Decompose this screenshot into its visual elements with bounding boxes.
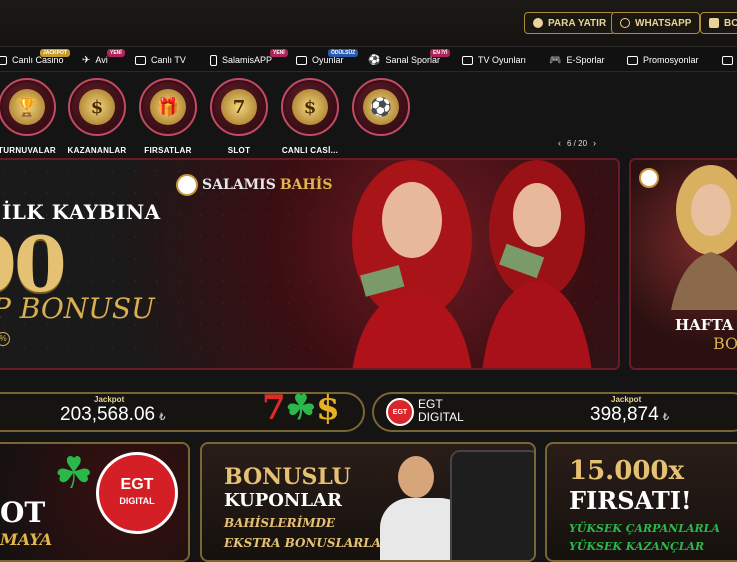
- card-subtitle-2: YÜKSEK KAZANÇLAR: [569, 540, 705, 553]
- promo-model-image: [671, 165, 737, 310]
- seven-icon: 7: [221, 89, 257, 125]
- nav-more[interactable]: [722, 47, 733, 73]
- chevron-left-icon[interactable]: ‹: [558, 138, 561, 148]
- nav-item-salamis-app[interactable]: SalamisAPP: [210, 47, 272, 73]
- chevron-right-icon[interactable]: ›: [593, 138, 596, 148]
- whatsapp-label: WHATSAPP: [635, 17, 692, 29]
- deposit-button[interactable]: PARA YATIR: [524, 12, 616, 34]
- logo-icon: [639, 168, 659, 188]
- best-badge: EN İYİ: [430, 49, 451, 57]
- logo-icon: [176, 174, 198, 196]
- coin-icon: [533, 18, 543, 28]
- trophy-icon: 🏆: [9, 89, 45, 125]
- category-label: CANLI CASİ...: [281, 146, 339, 155]
- card-subtitle: YÜKSEK ÇARPANLARLA: [569, 522, 720, 535]
- category-label: KAZANANLAR: [67, 146, 127, 155]
- nav-label: Avi: [95, 55, 108, 65]
- category-row: 🏆 TURNUVALAR $ KAZANANLAR 🎁 FIRSATLAR 7 …: [0, 72, 737, 162]
- secondary-banner-sub: BO: [713, 334, 737, 353]
- jackpot-value-left: 203,568.06 ₺: [60, 404, 166, 425]
- card-title: BONUSLU: [224, 464, 351, 490]
- nav-label: E-Sporlar: [566, 55, 605, 65]
- category-winners[interactable]: $ KAZANANLAR: [67, 78, 127, 155]
- top-bar: PARA YATIR WHATSAPP BON: [0, 0, 737, 46]
- whatsapp-icon: [620, 18, 630, 28]
- clover-icon: ☘: [54, 449, 94, 498]
- chip-icon: $: [292, 89, 328, 125]
- jackpot-badge: JACKPOT: [40, 49, 70, 57]
- slot-777-logo: 7☘$: [262, 388, 340, 428]
- egt-digital-coin: EGT DIGITAL: [96, 452, 178, 534]
- egt-digital-text: EGT DIGITAL: [418, 397, 464, 424]
- jackpot-label: Jackpot: [94, 395, 125, 404]
- deposit-label: PARA YATIR: [548, 17, 607, 29]
- card-title: 15.000x: [569, 456, 685, 486]
- nav-label: SalamisAPP: [222, 55, 273, 65]
- phone-mockup-image: [450, 450, 534, 560]
- egt-logo-icon: EGT: [386, 398, 414, 426]
- gift-icon: 🎁: [150, 89, 186, 125]
- jackpot-label: Jackpot: [611, 395, 642, 404]
- plane-icon: ✈: [82, 54, 91, 66]
- football-icon: ⚽: [363, 89, 399, 125]
- casino-icon: [0, 55, 7, 65]
- new-badge: YENİ: [270, 49, 288, 57]
- promo-banner[interactable]: SALAMISBAHİS İLK KAYBINA 00 P BONUSU %: [0, 158, 620, 370]
- nav-item-avi[interactable]: ✈ Avi: [82, 47, 108, 73]
- nav-item-esports[interactable]: 🎮 E-Sporlar: [549, 47, 604, 73]
- promo-models-image: [352, 160, 592, 368]
- bonus-button[interactable]: BON: [700, 12, 737, 34]
- nav-label: Canlı TV: [151, 55, 186, 65]
- promo-card-bonus-coupons[interactable]: BONUSLU KUPONLAR BAHİSLERİMDE EKSTRA BON…: [200, 442, 536, 562]
- main-nav: Canlı Casino JACKPOT ✈ Avi YENİ Canlı TV…: [0, 46, 737, 72]
- category-label: SLOT: [227, 146, 251, 155]
- more-icon: [722, 55, 733, 65]
- promo-card-multiplier[interactable]: 15.000x FIRSATI! YÜKSEK ÇARPANLARLA YÜKS…: [545, 442, 737, 562]
- tv-icon: [135, 55, 146, 65]
- promo-card-egt[interactable]: OT MAYA ☘ EGT DIGITAL: [0, 442, 190, 562]
- nav-item-tv-games[interactable]: TV Oyunları: [462, 47, 526, 73]
- category-slot[interactable]: 7 SLOT: [209, 78, 269, 155]
- category-sports[interactable]: ⚽: [351, 78, 411, 146]
- tv-game-icon: [462, 55, 473, 65]
- card-subtitle: MAYA: [0, 530, 53, 549]
- dice-icon: [296, 55, 307, 65]
- nav-item-live-tv[interactable]: Canlı TV: [135, 47, 186, 73]
- gamepad-icon: 🎮: [549, 54, 562, 66]
- nav-label: Promosyonlar: [643, 55, 699, 65]
- slider-pager: ‹ 6 / 20 ›: [558, 136, 596, 150]
- category-label: TURNUVALAR: [0, 146, 56, 155]
- card-title-2: KUPONLAR: [224, 490, 342, 511]
- nav-label: TV Oyunları: [478, 55, 527, 65]
- bonus-label: BON: [724, 17, 737, 29]
- brand-logo: SALAMIS BAHİS: [176, 174, 332, 196]
- gift-icon: [709, 18, 719, 28]
- category-live-casino[interactable]: $ CANLI CASİ...: [280, 78, 340, 155]
- secondary-banner-headline: HAFTA: [675, 316, 734, 334]
- banner-bonus-text: P BONUSU: [0, 292, 155, 325]
- category-tournaments[interactable]: 🏆 TURNUVALAR: [0, 78, 57, 155]
- card-title-2: FIRSATI!: [569, 486, 692, 515]
- money-icon: $: [79, 89, 115, 125]
- category-opportunities[interactable]: 🎁 FIRSATLAR: [138, 78, 198, 155]
- jackpot-value-right: 398,874 ₺: [590, 404, 670, 425]
- nav-item-promotions[interactable]: Promosyonlar: [627, 47, 699, 73]
- free-badge: ÖDÜLSÜZ: [328, 49, 359, 57]
- new-badge: YENİ: [107, 49, 125, 57]
- card-subtitle-2: EKSTRA BONUSLARLA: [224, 536, 382, 550]
- card-title: OT: [0, 496, 46, 529]
- phone-icon: [210, 54, 217, 66]
- whatsapp-button[interactable]: WHATSAPP: [611, 12, 701, 34]
- ball-icon: ⚽: [368, 54, 381, 66]
- card-subtitle: BAHİSLERİMDE: [224, 516, 336, 530]
- player-head-image: [398, 456, 434, 498]
- category-label: FIRSATLAR: [144, 146, 192, 155]
- gift-icon: [627, 55, 638, 65]
- slider-page-indicator: 6 / 20: [567, 138, 588, 148]
